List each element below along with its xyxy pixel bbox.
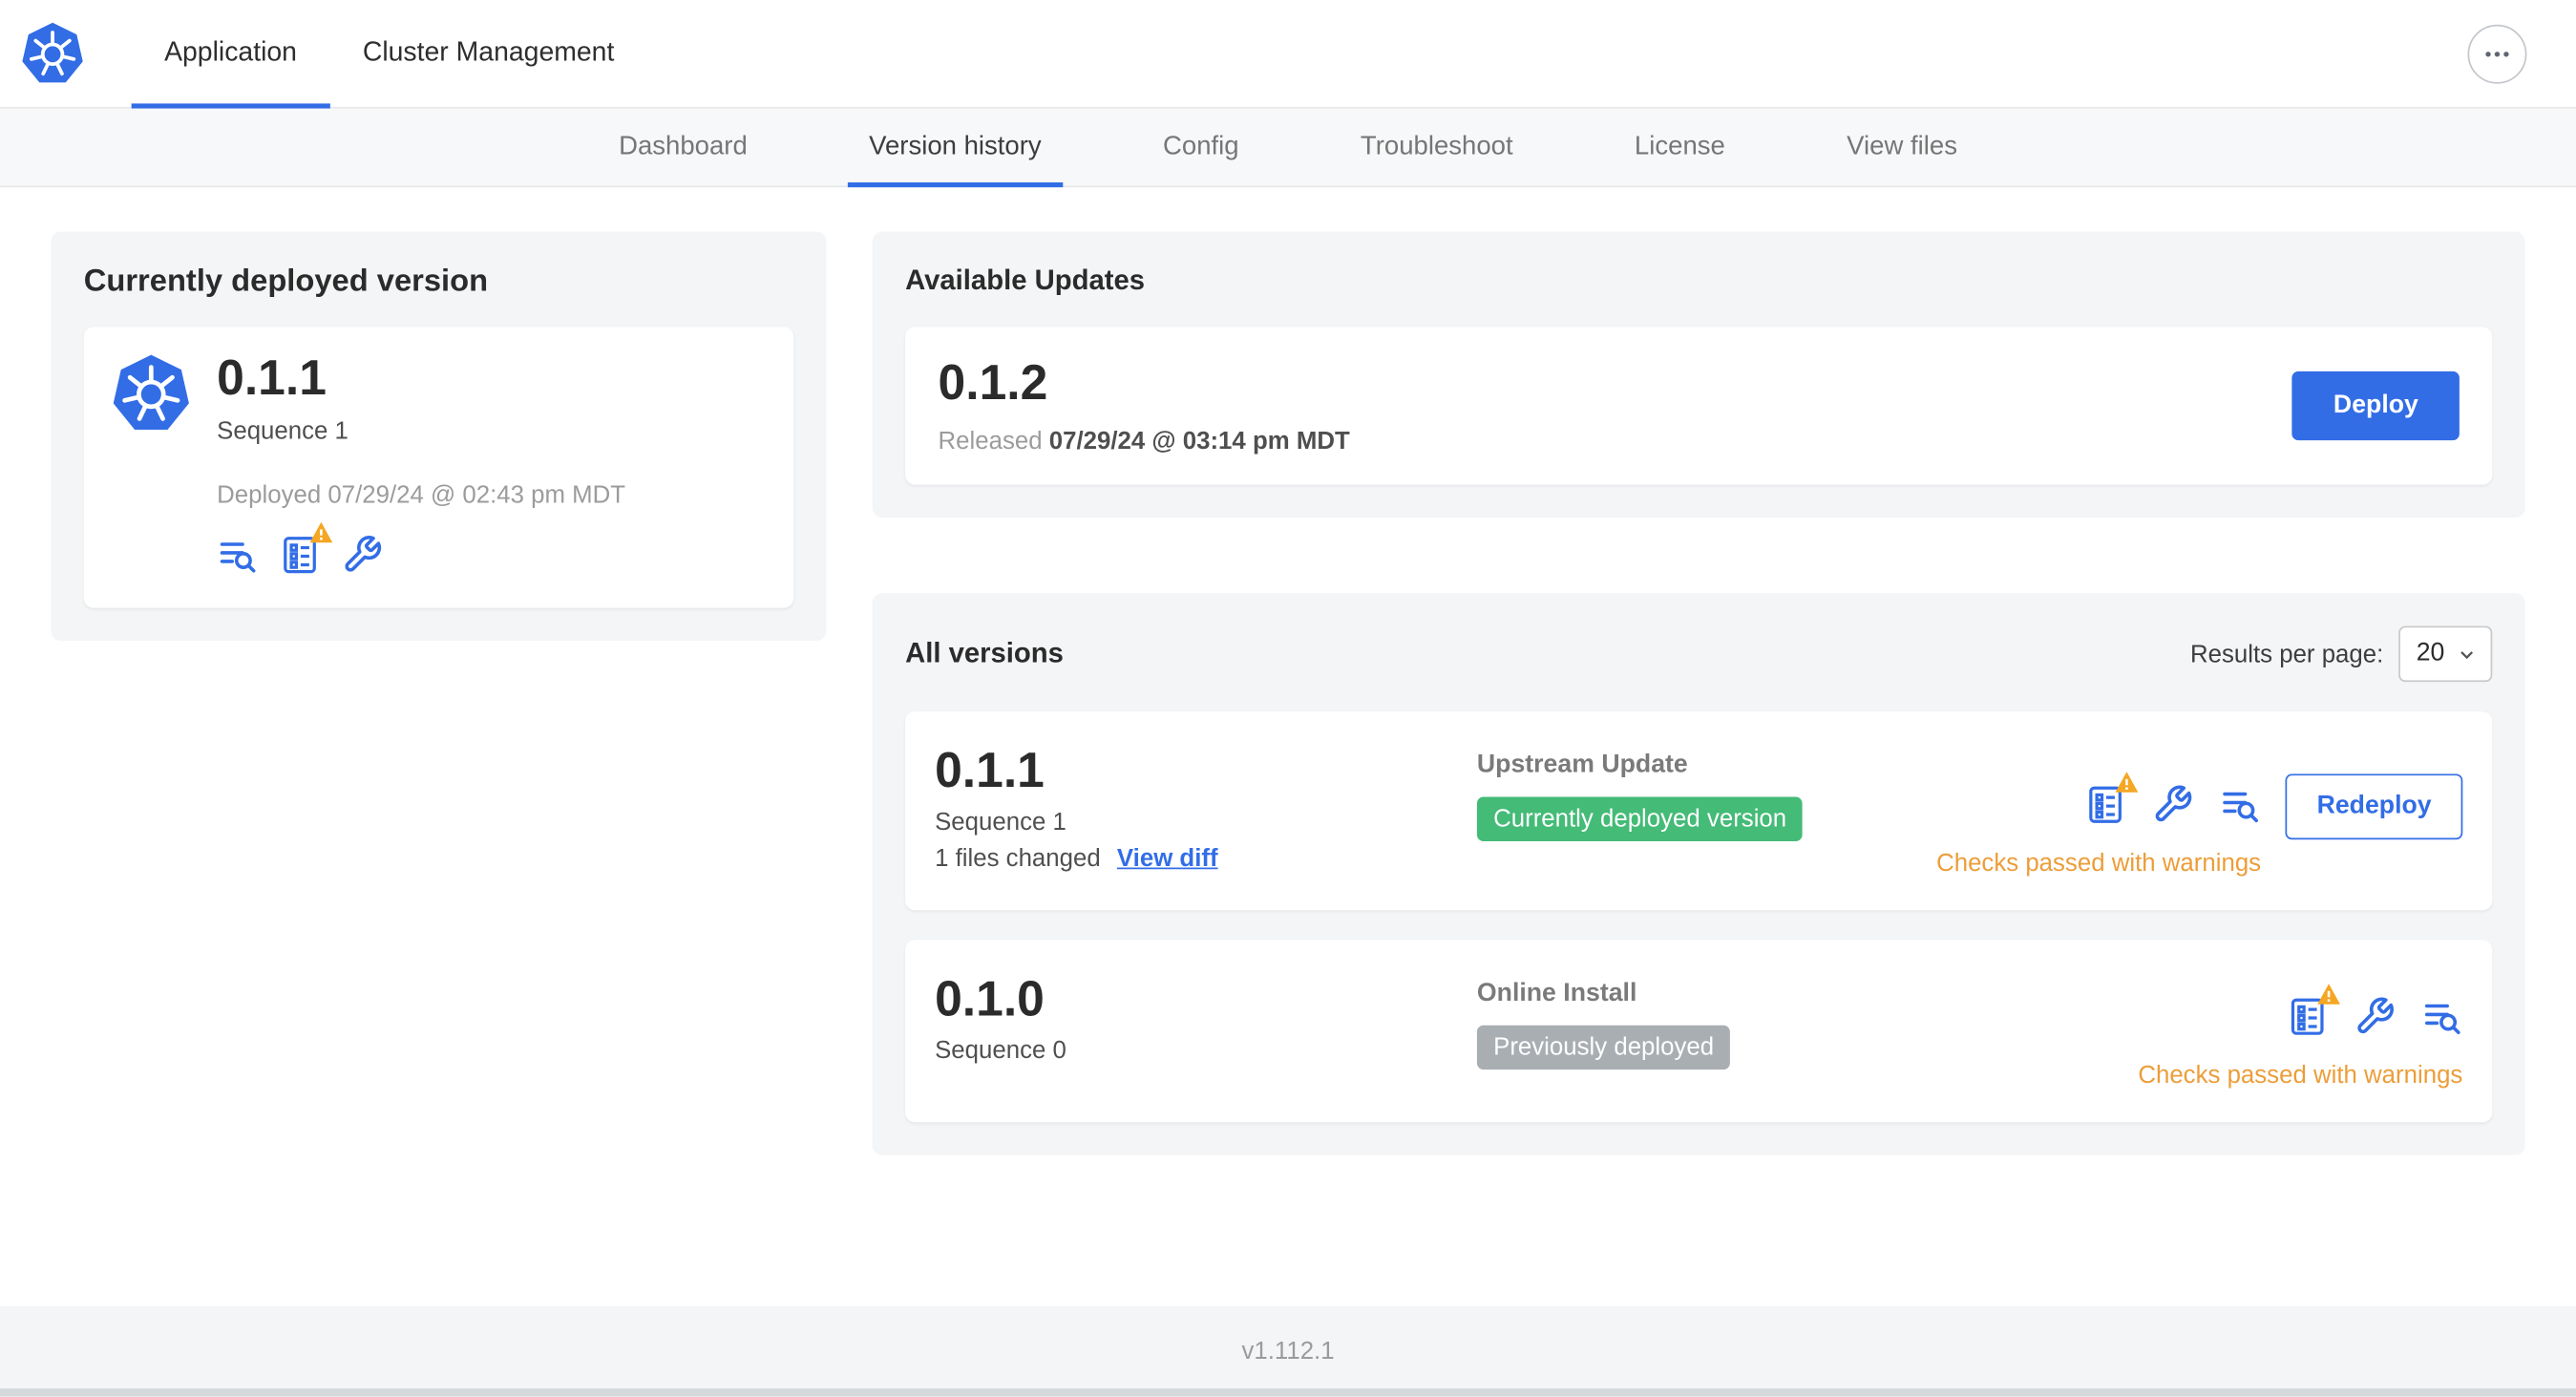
deployed-version-number: 0.1.1 [217,351,327,407]
row-icons [2287,984,2462,1037]
update-version-number: 0.1.2 [938,356,1048,412]
overflow-menu-button[interactable] [2467,23,2527,83]
currently-deployed-title: Currently deployed version [83,265,489,300]
version-row: 0.1.1 Sequence 1 1 files changed View di… [905,711,2493,911]
row-version-number: 0.1.1 [935,744,1045,799]
results-per-page: Results per page: 20 [2189,625,2493,683]
tab-cluster-management-label: Cluster Management [362,37,615,68]
top-header: Application Cluster Management [0,0,2576,109]
row-icons [2085,772,2261,825]
row-source: Online Install [1476,979,1637,1007]
version-row: 0.1.0 Sequence 0 Online Install Previous… [905,940,2493,1123]
subnav-tab-version-history-label: Version history [869,132,1042,160]
app-subnav: Dashboard Version history Config Trouble… [0,108,2576,188]
main-content: Currently deployed version 0.1.1 Sequenc… [0,187,2576,1155]
available-updates-card: Available Updates 0.1.2 Released 07/29/2… [872,231,2525,519]
subnav-tab-dashboard-label: Dashboard [619,132,748,160]
ellipsis-icon [2485,51,2509,56]
deployment-status-badge: Previously deployed [1476,1025,1731,1070]
kubernetes-app-icon [110,353,192,444]
deployed-timestamp: Deployed 07/29/24 @ 02:43 pm MDT [217,480,626,509]
redeploy-button[interactable]: Redeploy [2285,773,2463,840]
release-notes-icon[interactable] [2220,784,2261,825]
all-versions-title: All versions [905,637,1064,669]
preflight-status-text: Checks passed with warnings [2138,1061,2463,1090]
all-versions-card: All versions Results per page: 20 0.1.1 … [872,593,2525,1155]
deploy-button[interactable]: Deploy [2291,370,2460,441]
console-version: v1.112.1 [1241,1337,1335,1365]
view-diff-link[interactable]: View diff [1117,844,1218,872]
available-update-row: 0.1.2 Released 07/29/24 @ 03:14 pm MDT D… [905,327,2493,485]
app-viewport: Application Cluster Management Dashboard… [0,0,2576,1397]
warning-icon [2115,771,2140,794]
row-sequence: Sequence 0 [935,1036,1066,1066]
edit-config-icon[interactable] [2153,784,2194,825]
subnav-tab-license-label: License [1634,132,1725,160]
warning-icon [2316,983,2341,1005]
results-per-page-select[interactable]: 20 [2397,625,2493,683]
subnav-tab-view-files[interactable]: View files [1786,109,2018,186]
bottom-edge [0,1387,2576,1397]
deployed-version-icons [217,520,767,574]
subnav-tab-dashboard[interactable]: Dashboard [558,109,808,186]
deployment-status-badge: Currently deployed version [1476,796,1804,841]
edit-config-icon[interactable] [2354,996,2396,1037]
subnav-tab-config-label: Config [1163,132,1239,160]
preflight-checks-icon[interactable] [280,520,333,574]
currently-deployed-version-card: 0.1.1 Sequence 1 Deployed 07/29/24 @ 02:… [83,327,794,607]
kubernetes-logo-icon [0,0,102,107]
tab-application-label: Application [164,37,297,68]
subnav-tab-license[interactable]: License [1573,109,1785,186]
results-per-page-label: Results per page: [2189,640,2384,668]
available-updates-title: Available Updates [905,265,1146,296]
warning-icon [308,520,333,543]
right-column: Available Updates 0.1.2 Released 07/29/2… [872,231,2525,1155]
header-right [2467,0,2576,107]
chevron-down-icon [2460,650,2474,659]
subnav-tab-troubleshoot[interactable]: Troubleshoot [1299,109,1573,186]
tab-cluster-management[interactable]: Cluster Management [329,0,646,107]
deployed-sequence: Sequence 1 [217,416,348,445]
results-per-page-value: 20 [2416,639,2445,667]
released-date: 07/29/24 @ 03:14 pm MDT [1048,427,1350,455]
header-tabs: Application Cluster Management [131,0,647,109]
subnav-tab-troubleshoot-label: Troubleshoot [1360,132,1513,160]
preflight-status-text: Checks passed with warnings [1936,849,2262,878]
currently-deployed-card: Currently deployed version 0.1.1 Sequenc… [51,231,827,641]
update-released-timestamp: Released 07/29/24 @ 03:14 pm MDT [939,427,1350,455]
row-files-changed: 1 files changed [935,844,1101,873]
preflight-checks-icon[interactable] [2085,772,2139,825]
subnav-tab-view-files-label: View files [1847,132,1957,160]
row-version-number: 0.1.0 [935,972,1045,1027]
preflight-checks-icon[interactable] [2287,984,2340,1037]
subnav-tab-version-history[interactable]: Version history [808,109,1102,188]
subnav-tab-config[interactable]: Config [1102,109,1299,186]
app-footer: v1.112.1 [0,1305,2576,1397]
released-label: Released [938,427,1043,455]
edit-config-icon[interactable] [342,533,383,574]
tab-application[interactable]: Application [131,0,330,109]
release-notes-icon[interactable] [2421,996,2462,1037]
row-source: Upstream Update [1476,751,1688,779]
row-sequence: Sequence 1 [935,808,1066,836]
release-notes-icon[interactable] [217,533,258,574]
